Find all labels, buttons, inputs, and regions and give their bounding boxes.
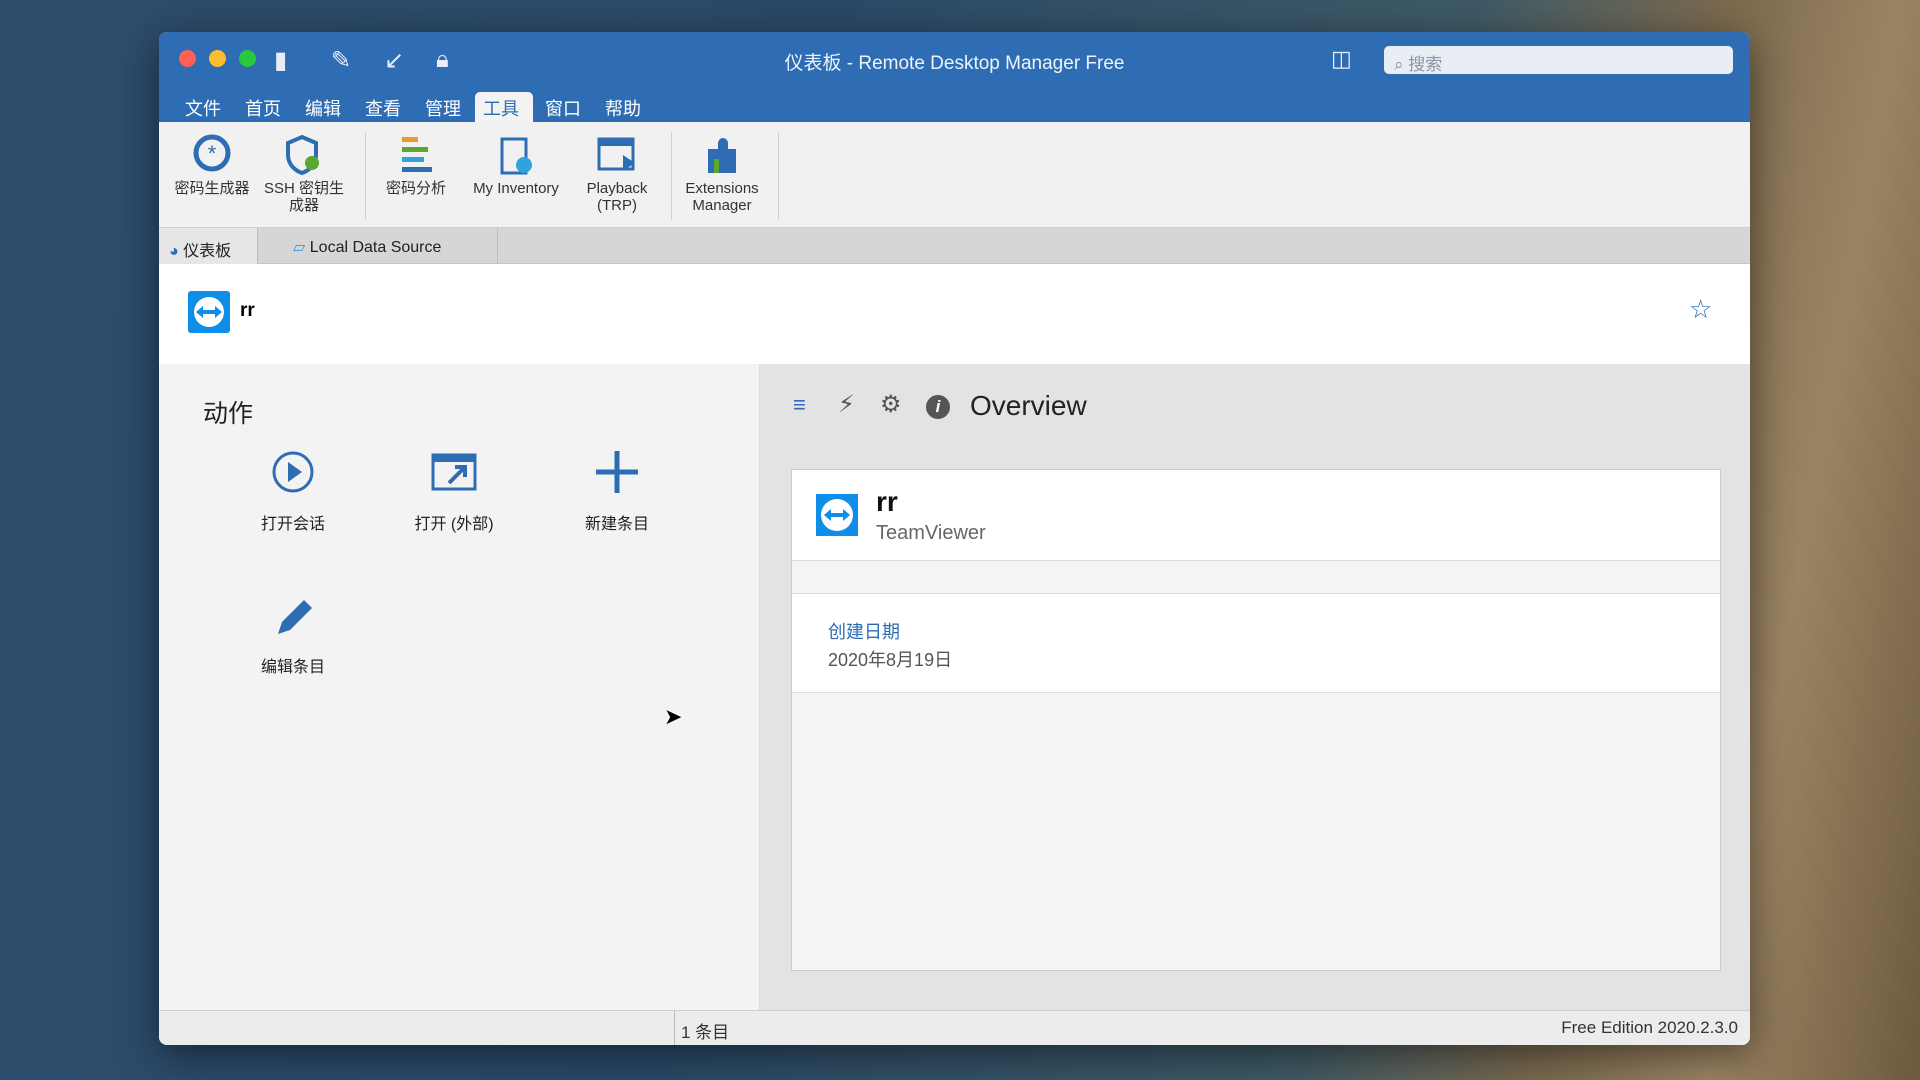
password-generator-button[interactable]: * 密码生成器 xyxy=(167,122,257,228)
pencil-icon xyxy=(278,600,312,634)
playback-button[interactable]: Playback (TRP) xyxy=(567,122,667,228)
title-bar: ▮ ✎ ↙ 🔒︎ 仪表板 - Remote Desktop Manager Fr… xyxy=(159,32,1750,122)
ssh-key-generator-button[interactable]: SSH 密钥生成器 xyxy=(259,122,349,228)
menu-home[interactable]: 首页 xyxy=(237,92,289,122)
macro-icon[interactable]: ⚡︎ xyxy=(838,390,855,419)
teamviewer-icon xyxy=(816,494,858,536)
inventory-icon xyxy=(500,137,532,175)
sidebar-toggle-icon[interactable]: ◫ xyxy=(1331,46,1352,72)
actions-title: 动作 xyxy=(203,400,254,428)
edit-entry-button[interactable]: 编辑条目 xyxy=(223,592,363,677)
overview-card: rr TeamViewer 创建日期 2020年8月19日 xyxy=(791,469,1721,971)
menu-help[interactable]: 帮助 xyxy=(597,92,649,122)
search-placeholder: 搜索 xyxy=(1408,55,1443,74)
puzzle-icon xyxy=(708,138,736,173)
menu-view[interactable]: 查看 xyxy=(357,92,409,122)
overview-panel: ≡ ⚡︎ ⚙ i Overview rr TeamViewer 创建日期 202… xyxy=(760,364,1750,1010)
edition-version: Free Edition 2020.2.3.0 xyxy=(1561,1018,1738,1037)
status-bar: 1 条目 Free Edition 2020.2.3.0 xyxy=(159,1010,1750,1045)
document-tabs: ◕ 仪表板 ▱ Local Data Source xyxy=(159,228,1750,264)
search-icon: ⌕ xyxy=(1394,55,1409,74)
extensions-manager-button[interactable]: Extensions Manager xyxy=(677,122,767,228)
search-input[interactable]: ⌕ 搜索 xyxy=(1384,46,1733,74)
menu-edit[interactable]: 编辑 xyxy=(297,92,349,122)
entry-name: rr xyxy=(240,300,255,321)
tab-dashboard[interactable]: ◕ 仪表板 xyxy=(159,228,258,264)
tab-local-data-source[interactable]: ▱ Local Data Source xyxy=(258,228,498,264)
ribbon-toolbar: * 密码生成器 SSH 密钥生成器 密码分析 My Inventory Playb… xyxy=(159,122,1750,228)
list-icon[interactable]: ≡ xyxy=(793,392,806,418)
plus-icon xyxy=(596,451,638,493)
teamviewer-icon xyxy=(188,291,230,333)
created-date-value: 2020年8月19日 xyxy=(828,650,953,670)
menu-tools[interactable]: 工具 xyxy=(475,92,533,122)
ssh-key-icon xyxy=(286,134,319,176)
dashboard-icon: ◕ xyxy=(169,243,179,260)
playback-icon xyxy=(597,137,635,171)
open-external-button[interactable]: 打开 (外部) xyxy=(384,449,524,534)
app-window: ▮ ✎ ↙ 🔒︎ 仪表板 - Remote Desktop Manager Fr… xyxy=(159,32,1750,1045)
favorite-star-icon[interactable]: ☆ xyxy=(1689,294,1712,325)
play-icon xyxy=(272,451,314,493)
external-window-icon xyxy=(431,453,477,491)
item-count: 1 条目 xyxy=(674,1011,729,1045)
menu-manage[interactable]: 管理 xyxy=(417,92,469,122)
menu-file[interactable]: 文件 xyxy=(177,92,229,122)
info-icon[interactable]: i xyxy=(926,395,950,419)
password-generator-icon: * xyxy=(193,134,231,172)
actions-panel: 动作 打开会话 打开 (外部) 新建条目 编辑条目 ➤ xyxy=(159,364,760,1010)
password-analyzer-button[interactable]: 密码分析 xyxy=(371,122,461,228)
overview-title: Overview xyxy=(970,390,1087,421)
password-analyzer-icon xyxy=(402,137,432,172)
mouse-cursor: ➤ xyxy=(664,704,683,729)
new-entry-button[interactable]: 新建条目 xyxy=(547,449,687,534)
data-source-icon: ▱ xyxy=(293,239,306,256)
entry-type: TeamViewer xyxy=(876,522,986,544)
entry-header: rr ☆ xyxy=(159,264,1750,364)
menu-window[interactable]: 窗口 xyxy=(537,92,589,122)
my-inventory-button[interactable]: My Inventory xyxy=(471,122,561,228)
created-date-label: 创建日期 xyxy=(828,622,900,642)
svg-text:*: * xyxy=(208,141,217,166)
gear-icon[interactable]: ⚙ xyxy=(880,390,902,419)
entry-name: rr xyxy=(876,486,898,517)
open-session-button[interactable]: 打开会话 xyxy=(223,449,363,534)
